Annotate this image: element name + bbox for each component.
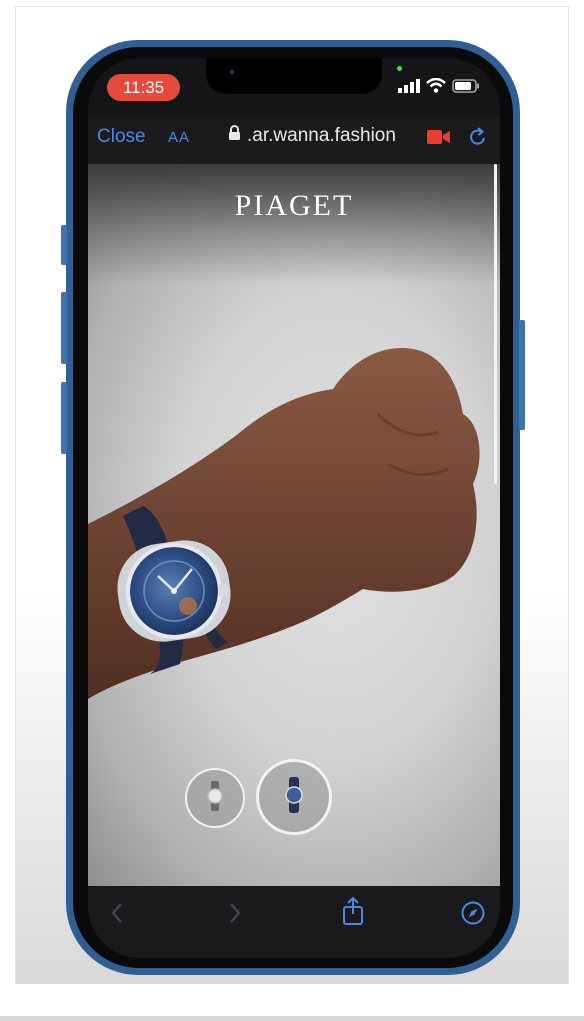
url-text: .ar.wanna.fashion <box>247 125 396 147</box>
close-button[interactable]: Close <box>97 126 146 148</box>
compass-icon[interactable] <box>460 900 486 931</box>
phone-volume-down <box>61 382 67 454</box>
ar-camera-view[interactable]: PIAGET <box>88 164 500 886</box>
back-icon[interactable] <box>108 900 126 931</box>
watch-thumbnail-icon <box>206 780 224 816</box>
battery-icon <box>452 78 480 98</box>
wifi-icon <box>426 77 446 98</box>
phone-action-button <box>61 225 67 265</box>
signal-icon <box>398 78 420 98</box>
text-size-button[interactable]: AA <box>168 129 190 146</box>
camera-icon[interactable] <box>427 129 451 150</box>
forward-icon[interactable] <box>226 900 244 931</box>
address-bar[interactable]: .ar.wanna.fashion <box>228 125 396 147</box>
divider <box>0 1016 584 1021</box>
phone-screen: 11:35 Close AA .ar.wanna.fashion PIAGET <box>88 58 500 958</box>
camera-in-use-indicator <box>397 66 402 71</box>
browser-bottom-toolbar <box>88 886 500 958</box>
share-icon[interactable] <box>341 896 365 931</box>
lock-icon <box>228 125 241 147</box>
watch-option-silver[interactable] <box>185 768 245 828</box>
watch-option-blue[interactable] <box>256 759 332 835</box>
phone-volume-up <box>61 292 67 364</box>
status-time: 11:35 <box>107 74 180 101</box>
phone-power-button <box>519 320 525 430</box>
notch <box>206 58 382 94</box>
watch-thumbnail-icon <box>284 776 304 818</box>
reload-icon[interactable] <box>467 126 489 153</box>
